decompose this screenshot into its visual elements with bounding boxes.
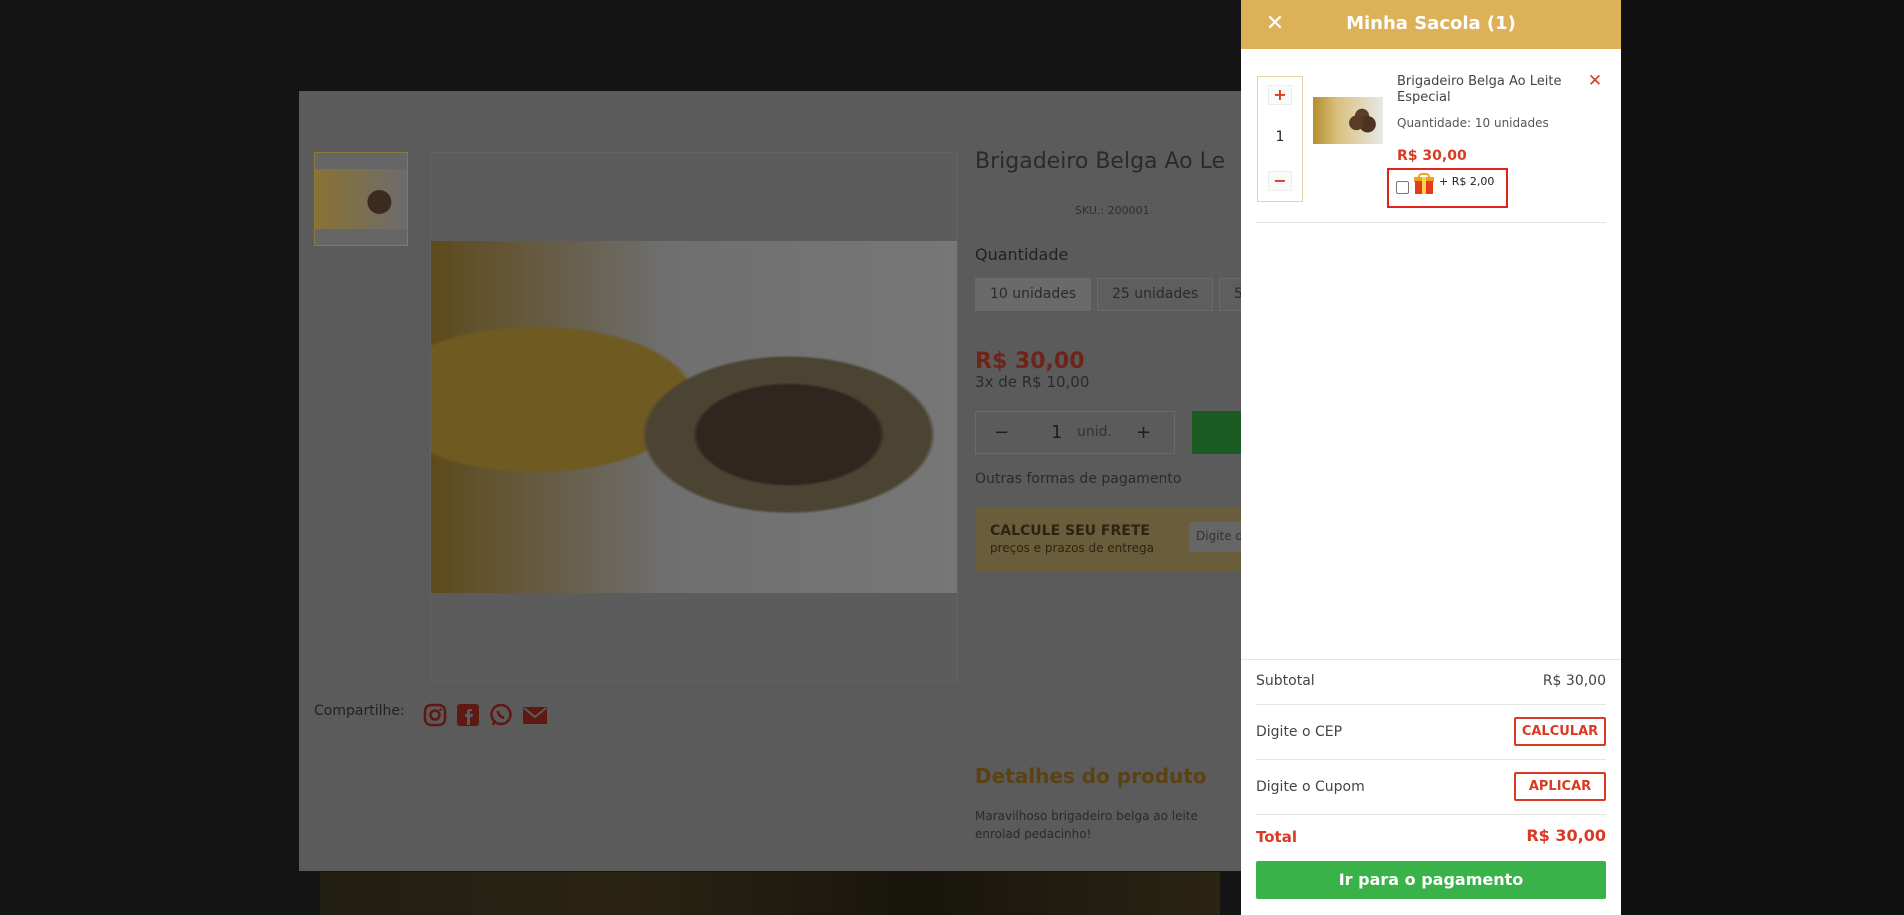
background-product-strip bbox=[320, 872, 1220, 915]
total-value: R$ 30,00 bbox=[1526, 826, 1606, 845]
cep-row: Digite o CEP CALCULAR bbox=[1256, 705, 1606, 760]
gift-wrap-option: + R$ 2,00 bbox=[1387, 168, 1508, 208]
details-text: Maravilhoso brigadeiro belga ao leite en… bbox=[975, 809, 1198, 841]
subtotal-row: Subtotal R$ 30,00 bbox=[1256, 660, 1606, 705]
product-modal: Brigadeiro Belga Ao Le SKU.: 200001 Quan… bbox=[299, 91, 1241, 871]
quantity-option-more[interactable]: 5 bbox=[1219, 278, 1241, 311]
email-icon[interactable] bbox=[522, 703, 547, 727]
quantity-option-10[interactable]: 10 unidades bbox=[975, 278, 1092, 311]
product-thumbnail[interactable] bbox=[314, 152, 408, 246]
coupon-row: Digite o Cupom APLICAR bbox=[1256, 760, 1606, 815]
quantity-stepper[interactable]: − 1 unid. + bbox=[975, 411, 1175, 454]
details-title: Detalhes do produto bbox=[975, 764, 1207, 788]
whatsapp-icon[interactable] bbox=[489, 703, 513, 727]
product-price: R$ 30,00 bbox=[975, 349, 1085, 374]
quantity-label: Quantidade bbox=[975, 245, 1069, 264]
minus-icon[interactable]: − bbox=[994, 422, 1009, 443]
shipping-cep-input[interactable]: Digite o bbox=[1189, 522, 1241, 552]
apply-coupon-button[interactable]: APLICAR bbox=[1514, 772, 1606, 801]
page: Brigadeiro Belga Ao Le SKU.: 200001 Quan… bbox=[0, 0, 1904, 915]
cart-title: Minha Sacola (1) bbox=[1346, 13, 1516, 34]
checkout-button[interactable]: Ir para o pagamento bbox=[1256, 861, 1606, 899]
right-overlay bbox=[1621, 0, 1904, 915]
increase-quantity-button[interactable]: + bbox=[1268, 85, 1292, 105]
subtotal-value: R$ 30,00 bbox=[1542, 673, 1606, 689]
cart-item-name[interactable]: Brigadeiro Belga Ao Leite Especial bbox=[1397, 74, 1572, 106]
calculate-shipping-button[interactable]: CALCULAR bbox=[1514, 717, 1606, 746]
total-label: Total bbox=[1256, 828, 1297, 846]
installments-text: 3x de R$ 10,00 bbox=[975, 373, 1090, 391]
share-label: Compartilhe: bbox=[314, 703, 405, 719]
shipping-subtitle: preços e prazos de entrega bbox=[990, 541, 1155, 555]
remove-icon[interactable]: ✕ bbox=[1586, 72, 1604, 90]
cep-input[interactable]: Digite o CEP bbox=[1256, 724, 1342, 740]
facebook-icon[interactable] bbox=[456, 703, 480, 727]
quantity-option-25[interactable]: 25 unidades bbox=[1097, 278, 1214, 311]
coupon-input[interactable]: Digite o Cupom bbox=[1256, 779, 1365, 795]
buy-button[interactable] bbox=[1192, 411, 1241, 454]
shipping-title: CALCULE SEU FRETE bbox=[990, 523, 1150, 539]
gift-wrap-checkbox[interactable] bbox=[1396, 181, 1409, 194]
cart-item-price: R$ 30,00 bbox=[1397, 148, 1467, 164]
gift-wrap-price: + R$ 2,00 bbox=[1439, 175, 1495, 188]
cart-item-quantity-text: Quantidade: 10 unidades bbox=[1397, 116, 1549, 130]
shipping-calculator: CALCULE SEU FRETE preços e prazos de ent… bbox=[975, 507, 1241, 571]
cart-item-image bbox=[1313, 97, 1383, 144]
other-payment-link[interactable]: Outras formas de pagamento bbox=[975, 471, 1182, 487]
cart-item-quantity: 1 bbox=[1275, 129, 1285, 145]
plus-icon[interactable]: + bbox=[1136, 422, 1151, 443]
thumbnail-image bbox=[315, 169, 407, 229]
subtotal-label: Subtotal bbox=[1256, 673, 1315, 689]
product-main-image bbox=[431, 241, 957, 593]
cart-drawer: ✕ Minha Sacola (1) + 1 − Brigadeiro Belg… bbox=[1241, 0, 1621, 915]
instagram-icon[interactable] bbox=[423, 703, 447, 727]
cart-quantity-stepper: + 1 − bbox=[1257, 76, 1303, 202]
product-sku: SKU.: 200001 bbox=[1075, 204, 1150, 217]
stepper-value: 1 bbox=[1051, 422, 1063, 443]
product-title: Brigadeiro Belga Ao Le bbox=[975, 149, 1226, 174]
decrease-quantity-button[interactable]: − bbox=[1268, 171, 1292, 191]
stepper-unit: unid. bbox=[1077, 424, 1112, 440]
gift-icon bbox=[1414, 173, 1434, 195]
total-row: Total R$ 30,00 bbox=[1256, 815, 1606, 855]
cart-header: ✕ Minha Sacola (1) bbox=[1241, 0, 1621, 49]
